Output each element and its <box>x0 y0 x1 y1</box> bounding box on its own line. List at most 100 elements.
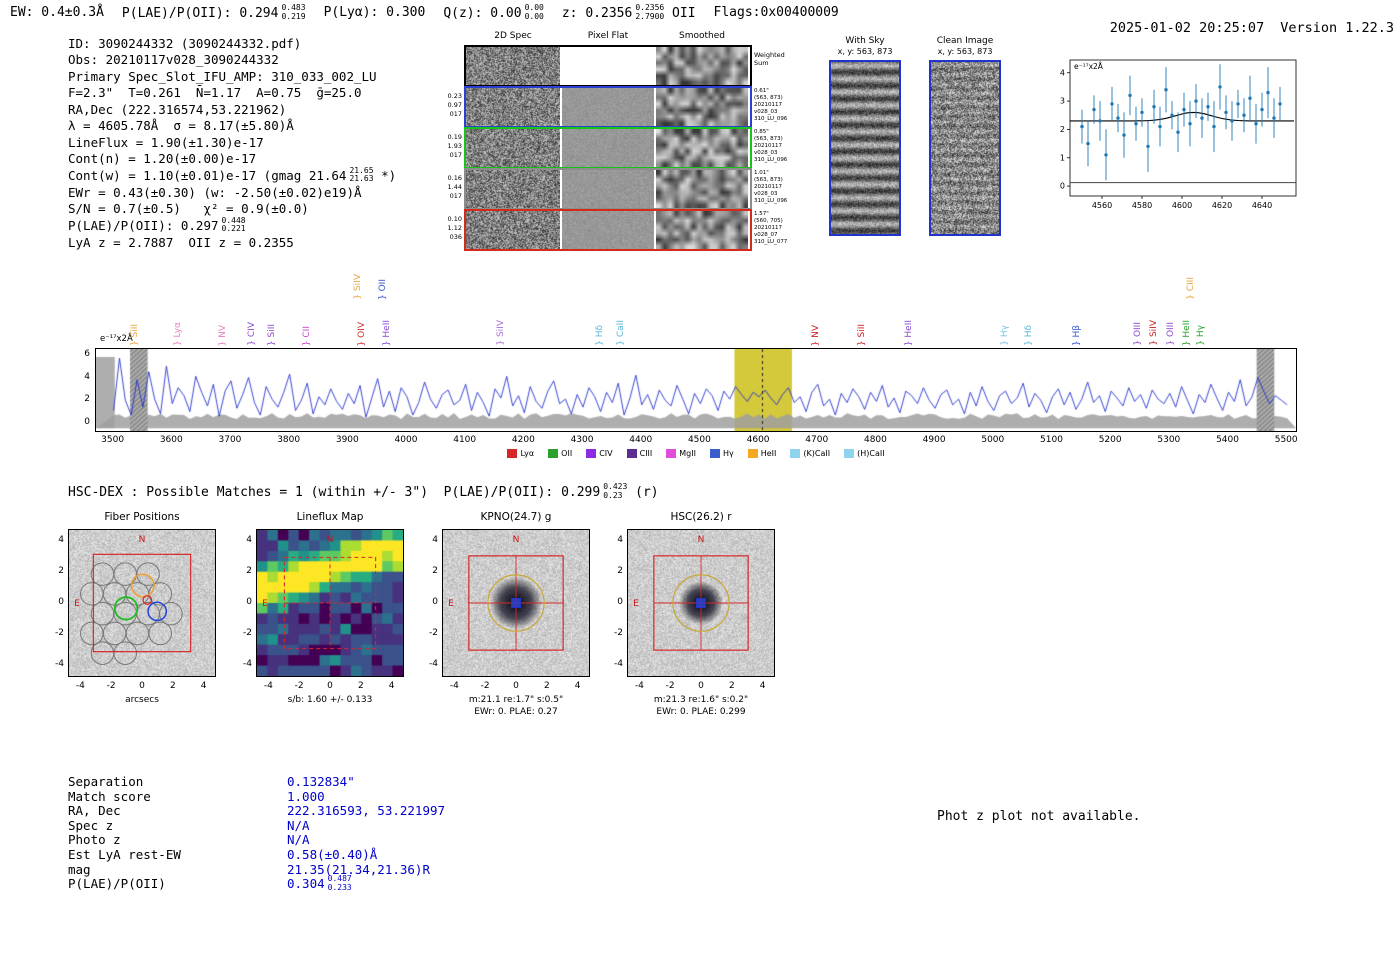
cutout-ytick: -4 <box>55 658 64 669</box>
fraction-lower: 21.63 <box>349 174 374 184</box>
emission-line-text: } NV <box>811 324 822 346</box>
cutout-xtick: 2 <box>169 681 176 691</box>
emission-line-label: } Hγ <box>998 252 1012 346</box>
spec2d-meta-line: 20210117 <box>754 143 782 149</box>
col-header-2dspec: 2D Spec <box>494 31 532 41</box>
emission-line-label: } OIV <box>355 252 369 346</box>
info-line: λ = 4605.78Å σ = 8.17(±5.80)Å <box>68 118 396 134</box>
svg-text:N: N <box>698 535 705 545</box>
line-fit-svg: 012344560 4580 4600 4620 4640e⁻¹⁷x2Å <box>1060 59 1297 210</box>
spec2d-meta-line: 310_LU_096 <box>754 157 788 163</box>
spectrum-xtick: 3500 <box>101 435 125 445</box>
emission-line-label: } Hβ <box>1070 252 1084 346</box>
col-header-pixelflat: Pixel Flat <box>587 31 629 41</box>
cutout-ytick: 2 <box>617 566 623 577</box>
emission-line-label: } SiIV <box>1147 252 1161 346</box>
spectrum-xtick: 3800 <box>277 435 301 445</box>
sky-panel-image <box>829 60 901 236</box>
cutout-xtick: -2 <box>106 681 116 691</box>
fraction-lower: 2.7900 <box>635 11 665 21</box>
cutout-image-box: NE <box>256 529 404 677</box>
legend-label: (H)CaII <box>857 448 885 458</box>
info-line-text: EWr = 0.43(±0.30) (w: -2.50(±0.02)e19)Å <box>68 185 362 200</box>
spec2d-2d-panel <box>466 88 560 126</box>
rich-text-main: EW: 0.4±0.3Å <box>10 5 104 20</box>
cutout-ytick: -2 <box>429 627 438 638</box>
rich-text-main: λ = 4605.78Å σ = 8.17(±5.80)Å <box>68 118 294 134</box>
info-line-text: Cont(n) = 1.20(±0.00)e-17 <box>68 151 256 166</box>
legend-item: OII <box>548 447 572 459</box>
cutout-xtick: -4 <box>634 681 644 691</box>
legend-item: (K)CaII <box>790 447 830 459</box>
rich-text-tail: (r) <box>627 485 659 500</box>
match-row-value: 1.000 <box>287 789 567 804</box>
spectrum-xtick: 3900 <box>335 435 359 445</box>
match-value-text: 1.000 <box>287 788 325 804</box>
svg-text:2: 2 <box>1060 125 1065 134</box>
report-datetime: 2025-01-02 20:25:07 Version 1.22.3 <box>1077 4 1394 52</box>
photz-note: Phot z plot not available. <box>937 809 1141 824</box>
legend-swatch <box>747 448 758 458</box>
fraction-lower: 0.221 <box>221 224 246 234</box>
cutout-ytick: 0 <box>246 597 252 607</box>
weighted-sum-line: Weighted <box>754 51 785 59</box>
spectrum-xtick: 4300 <box>570 435 594 445</box>
header-metric: z: 0.2356 0.2356 2.7900 OII <box>562 3 696 22</box>
spec2d-row-meta: 0.61" (563, 873) 20210117 v028_03 310_LU_096 <box>754 88 802 123</box>
smoothed-image <box>656 129 748 167</box>
info-line-text: RA,Dec (222.316574,53.221962) <box>68 102 286 117</box>
info-line-text: Primary Spec_Slot_IFU_AMP: 310_033_002_L… <box>68 69 377 84</box>
rich-text-main: Flags:0x00400009 <box>713 5 839 20</box>
legend-label: CIII <box>639 448 653 458</box>
info-line: P(LAE)/P(OII): 0.297 0.448 0.221 <box>68 216 396 235</box>
line-fit-chart: 0 1 2 3 4 4560 4580 4600 4620 4640 e⁻¹⁷x2Å <box>1038 48 1302 220</box>
cutout-title: Lineflux Map <box>296 511 364 523</box>
cutout-xlabel: arcsecs <box>125 695 159 705</box>
match-row-label: Match score <box>68 788 151 804</box>
spec2d-meta-line: (560, 705) <box>754 218 783 224</box>
spectrum-xtick: 3600 <box>159 435 183 445</box>
cutout-xtick: 0 <box>513 681 519 691</box>
cutout-ytick: -4 <box>243 658 252 669</box>
spec2d-row-meta: 1.01" (563, 873) 20210117 v028_03 310_LU_096 <box>754 170 802 205</box>
spec2d-meta-line: 310_LU_096 <box>754 198 788 204</box>
spec2d-meta-line: 310_LU_077 <box>754 239 788 245</box>
hsc-match-summary: HSC-DEX : Possible Matches = 1 (within +… <box>68 482 659 501</box>
match-row-value: 0.304 0.487 0.233 <box>287 875 567 893</box>
emission-line-text: } CaII <box>616 320 627 346</box>
rich-text-main: S/N = 0.7(±0.5) χ² = 0.9(±0.0) <box>68 201 309 217</box>
spec2d-row <box>464 209 752 251</box>
legend-item: CIV <box>586 447 613 459</box>
emission-line-text: } Hβ <box>1071 324 1082 346</box>
cutout-image-box: NE <box>442 529 590 677</box>
smoothed-image <box>656 47 748 85</box>
cutout-ytick: 2 <box>246 566 252 577</box>
stacked-fraction: 0.00 0.00 <box>525 3 544 21</box>
rich-text-main: F=2.3" T=0.261 N̄=1.17 A=0.75 ḡ=25.0 <box>68 85 362 101</box>
noise-image <box>562 129 654 167</box>
noise-image <box>466 170 560 208</box>
rich-text-main: Obs: 20210117v028_3090244332 <box>68 52 279 68</box>
header-metric: Flags:0x00400009 <box>714 5 839 22</box>
info-line-text: P(LAE)/P(OII): 0.297 0.448 0.221 <box>68 216 246 234</box>
emission-line-text: } SiIV <box>1149 320 1160 346</box>
emission-line-text: } Hδ <box>594 325 605 346</box>
legend-swatch <box>507 448 518 458</box>
info-line: Cont(n) = 1.20(±0.00)e-17 <box>68 151 396 167</box>
spec2d-stat-line: 017 <box>449 151 462 159</box>
cutout-ytick: -4 <box>429 658 438 669</box>
svg-text:e⁻¹⁷x2Å: e⁻¹⁷x2Å <box>1074 62 1104 71</box>
spectrum-xtick: 4200 <box>511 435 535 445</box>
spec2d-stat-line: 0.97 <box>447 101 462 109</box>
spec2d-2d-panel <box>466 170 560 208</box>
emission-line-text: } OIII <box>1133 322 1144 346</box>
spec2d-meta-line: 0.61" <box>754 88 769 94</box>
cutout-subcaption: EWr: 0. PLAE: 0.299 <box>656 707 746 717</box>
spec2d-row-meta: 1.57" (560, 705) 20210117 v028_07 310_LU_077 <box>754 211 802 246</box>
emission-line-label: } SiII <box>128 252 142 346</box>
emission-line-label: } NV <box>216 252 230 346</box>
match-value-text: 0.58(±0.40)Å <box>287 847 378 862</box>
cutout-image-box: NE <box>627 529 775 677</box>
spec2d-stat-line: 0.19 <box>447 133 462 141</box>
legend-label: (K)CaII <box>803 448 831 458</box>
